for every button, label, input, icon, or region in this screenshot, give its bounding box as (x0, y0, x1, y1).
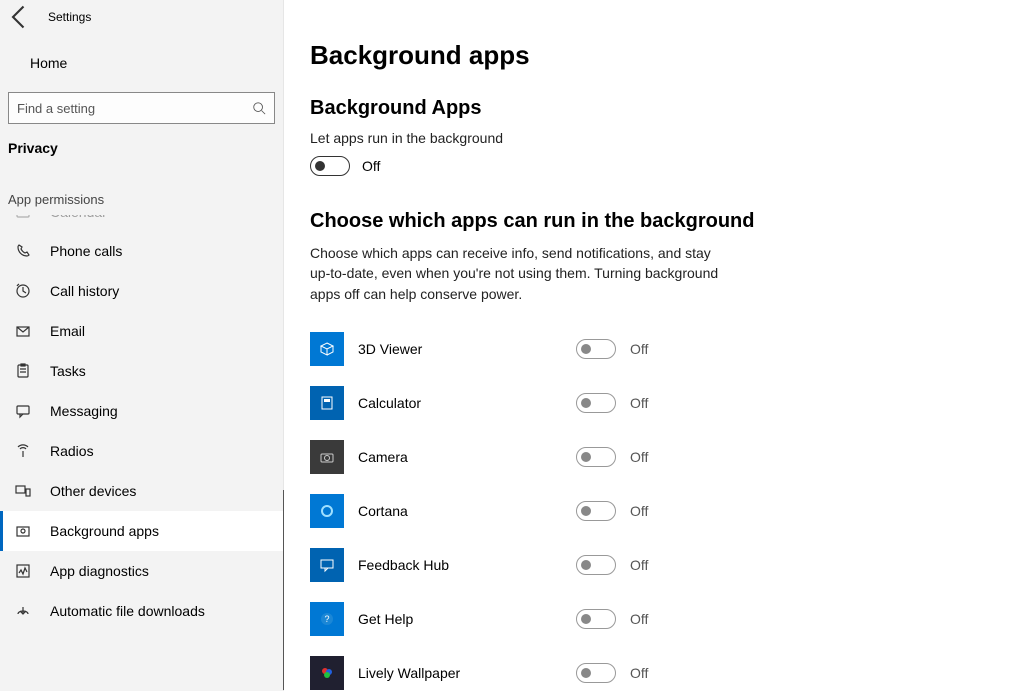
app-toggle[interactable] (576, 609, 616, 629)
app-icon (310, 656, 344, 690)
app-name: Calculator (358, 395, 576, 411)
messaging-icon (14, 402, 32, 420)
sidebar: Settings Home Find a setting Privacy App… (0, 0, 284, 691)
app-toggle-state: Off (630, 341, 648, 357)
home-label: Home (30, 55, 67, 71)
app-name: 3D Viewer (358, 341, 576, 357)
master-toggle[interactable] (310, 156, 350, 176)
app-toggle-state: Off (630, 665, 648, 681)
app-list: 3D ViewerOffCalculatorOffCameraOffCortan… (310, 322, 1024, 691)
sidebar-item-autofile[interactable]: Automatic file downloads (0, 591, 283, 631)
app-toggle-state: Off (630, 503, 648, 519)
otherdev-icon (14, 482, 32, 500)
search-icon (252, 101, 266, 115)
calendar-icon (14, 215, 32, 220)
section-heading-b: Choose which apps can run in the backgro… (310, 210, 1024, 233)
sidebar-item-label: Tasks (50, 363, 86, 379)
sidebar-item-tasks[interactable]: Tasks (0, 351, 283, 391)
callhist-icon (14, 282, 32, 300)
app-row: Calculator Off (310, 376, 1024, 430)
app-row: ? Get Help Off (310, 592, 1024, 646)
sidebar-item-label: Radios (50, 443, 94, 459)
appdiag-icon (14, 562, 32, 580)
home-nav[interactable]: Home (0, 44, 283, 82)
sidebar-item-label: Call history (50, 283, 119, 299)
sidebar-item-messaging[interactable]: Messaging (0, 391, 283, 431)
app-icon (310, 548, 344, 582)
app-toggle[interactable] (576, 555, 616, 575)
sidebar-item-label: Other devices (50, 483, 136, 499)
app-name: Lively Wallpaper (358, 665, 576, 681)
sidebar-item-appdiag[interactable]: App diagnostics (0, 551, 283, 591)
tasks-icon (14, 362, 32, 380)
app-name: Cortana (358, 503, 576, 519)
app-toggle[interactable] (576, 447, 616, 467)
sidebar-item-bgapps[interactable]: Background apps (0, 511, 283, 551)
app-icon (310, 332, 344, 366)
sidebar-item-label: App diagnostics (50, 563, 149, 579)
app-icon (310, 440, 344, 474)
app-name: Camera (358, 449, 576, 465)
app-toggle-state: Off (630, 449, 648, 465)
app-icon (310, 386, 344, 420)
search-input[interactable]: Find a setting (8, 92, 275, 124)
back-arrow-icon (6, 3, 34, 31)
sidebar-item-label: Phone calls (50, 243, 122, 259)
app-row: Feedback Hub Off (310, 538, 1024, 592)
back-button[interactable] (6, 3, 34, 31)
sidebar-item-label: Messaging (50, 403, 118, 419)
bgapps-icon (14, 522, 32, 540)
app-toggle-state: Off (630, 611, 648, 627)
app-icon (310, 494, 344, 528)
sidebar-item-radios[interactable]: Radios (0, 431, 283, 471)
app-toggle[interactable] (576, 663, 616, 683)
app-row: Cortana Off (310, 484, 1024, 538)
sidebar-item-phone[interactable]: Phone calls (0, 231, 283, 271)
app-name: Feedback Hub (358, 557, 576, 573)
section-title: App permissions (0, 168, 283, 215)
sidebar-item-callhist[interactable]: Call history (0, 271, 283, 311)
sidebar-item-label: Email (50, 323, 85, 339)
sidebar-item-calendar[interactable]: Calendar (0, 215, 283, 231)
nav-list: Calendar Phone calls Call history Email Task… (0, 215, 283, 691)
main-content: Background apps Background Apps Let apps… (284, 0, 1024, 691)
app-name: Get Help (358, 611, 576, 627)
app-toggle[interactable] (576, 501, 616, 521)
app-toggle[interactable] (576, 339, 616, 359)
sidebar-item-label: Background apps (50, 523, 159, 539)
sidebar-item-label: Calendar (50, 215, 107, 220)
sidebar-item-otherdev[interactable]: Other devices (0, 471, 283, 511)
master-toggle-desc: Let apps run in the background (310, 130, 1024, 146)
autofile-icon (14, 602, 32, 620)
master-toggle-state: Off (362, 158, 380, 174)
sidebar-item-email[interactable]: Email (0, 311, 283, 351)
app-toggle[interactable] (576, 393, 616, 413)
search-placeholder: Find a setting (17, 101, 95, 116)
app-row: Camera Off (310, 430, 1024, 484)
app-row: Lively Wallpaper Off (310, 646, 1024, 691)
window-title: Settings (48, 10, 91, 24)
radios-icon (14, 442, 32, 460)
app-toggle-state: Off (630, 395, 648, 411)
page-title: Background apps (310, 40, 1024, 71)
svg-text:?: ? (324, 614, 329, 624)
scroll-indicator (283, 490, 284, 690)
category-title: Privacy (0, 124, 283, 168)
app-row: 3D Viewer Off (310, 322, 1024, 376)
section-heading-a: Background Apps (310, 97, 1024, 120)
phone-icon (14, 242, 32, 260)
app-toggle-state: Off (630, 557, 648, 573)
section-desc: Choose which apps can receive info, send… (310, 243, 730, 304)
app-icon: ? (310, 602, 344, 636)
email-icon (14, 322, 32, 340)
sidebar-item-label: Automatic file downloads (50, 603, 205, 619)
